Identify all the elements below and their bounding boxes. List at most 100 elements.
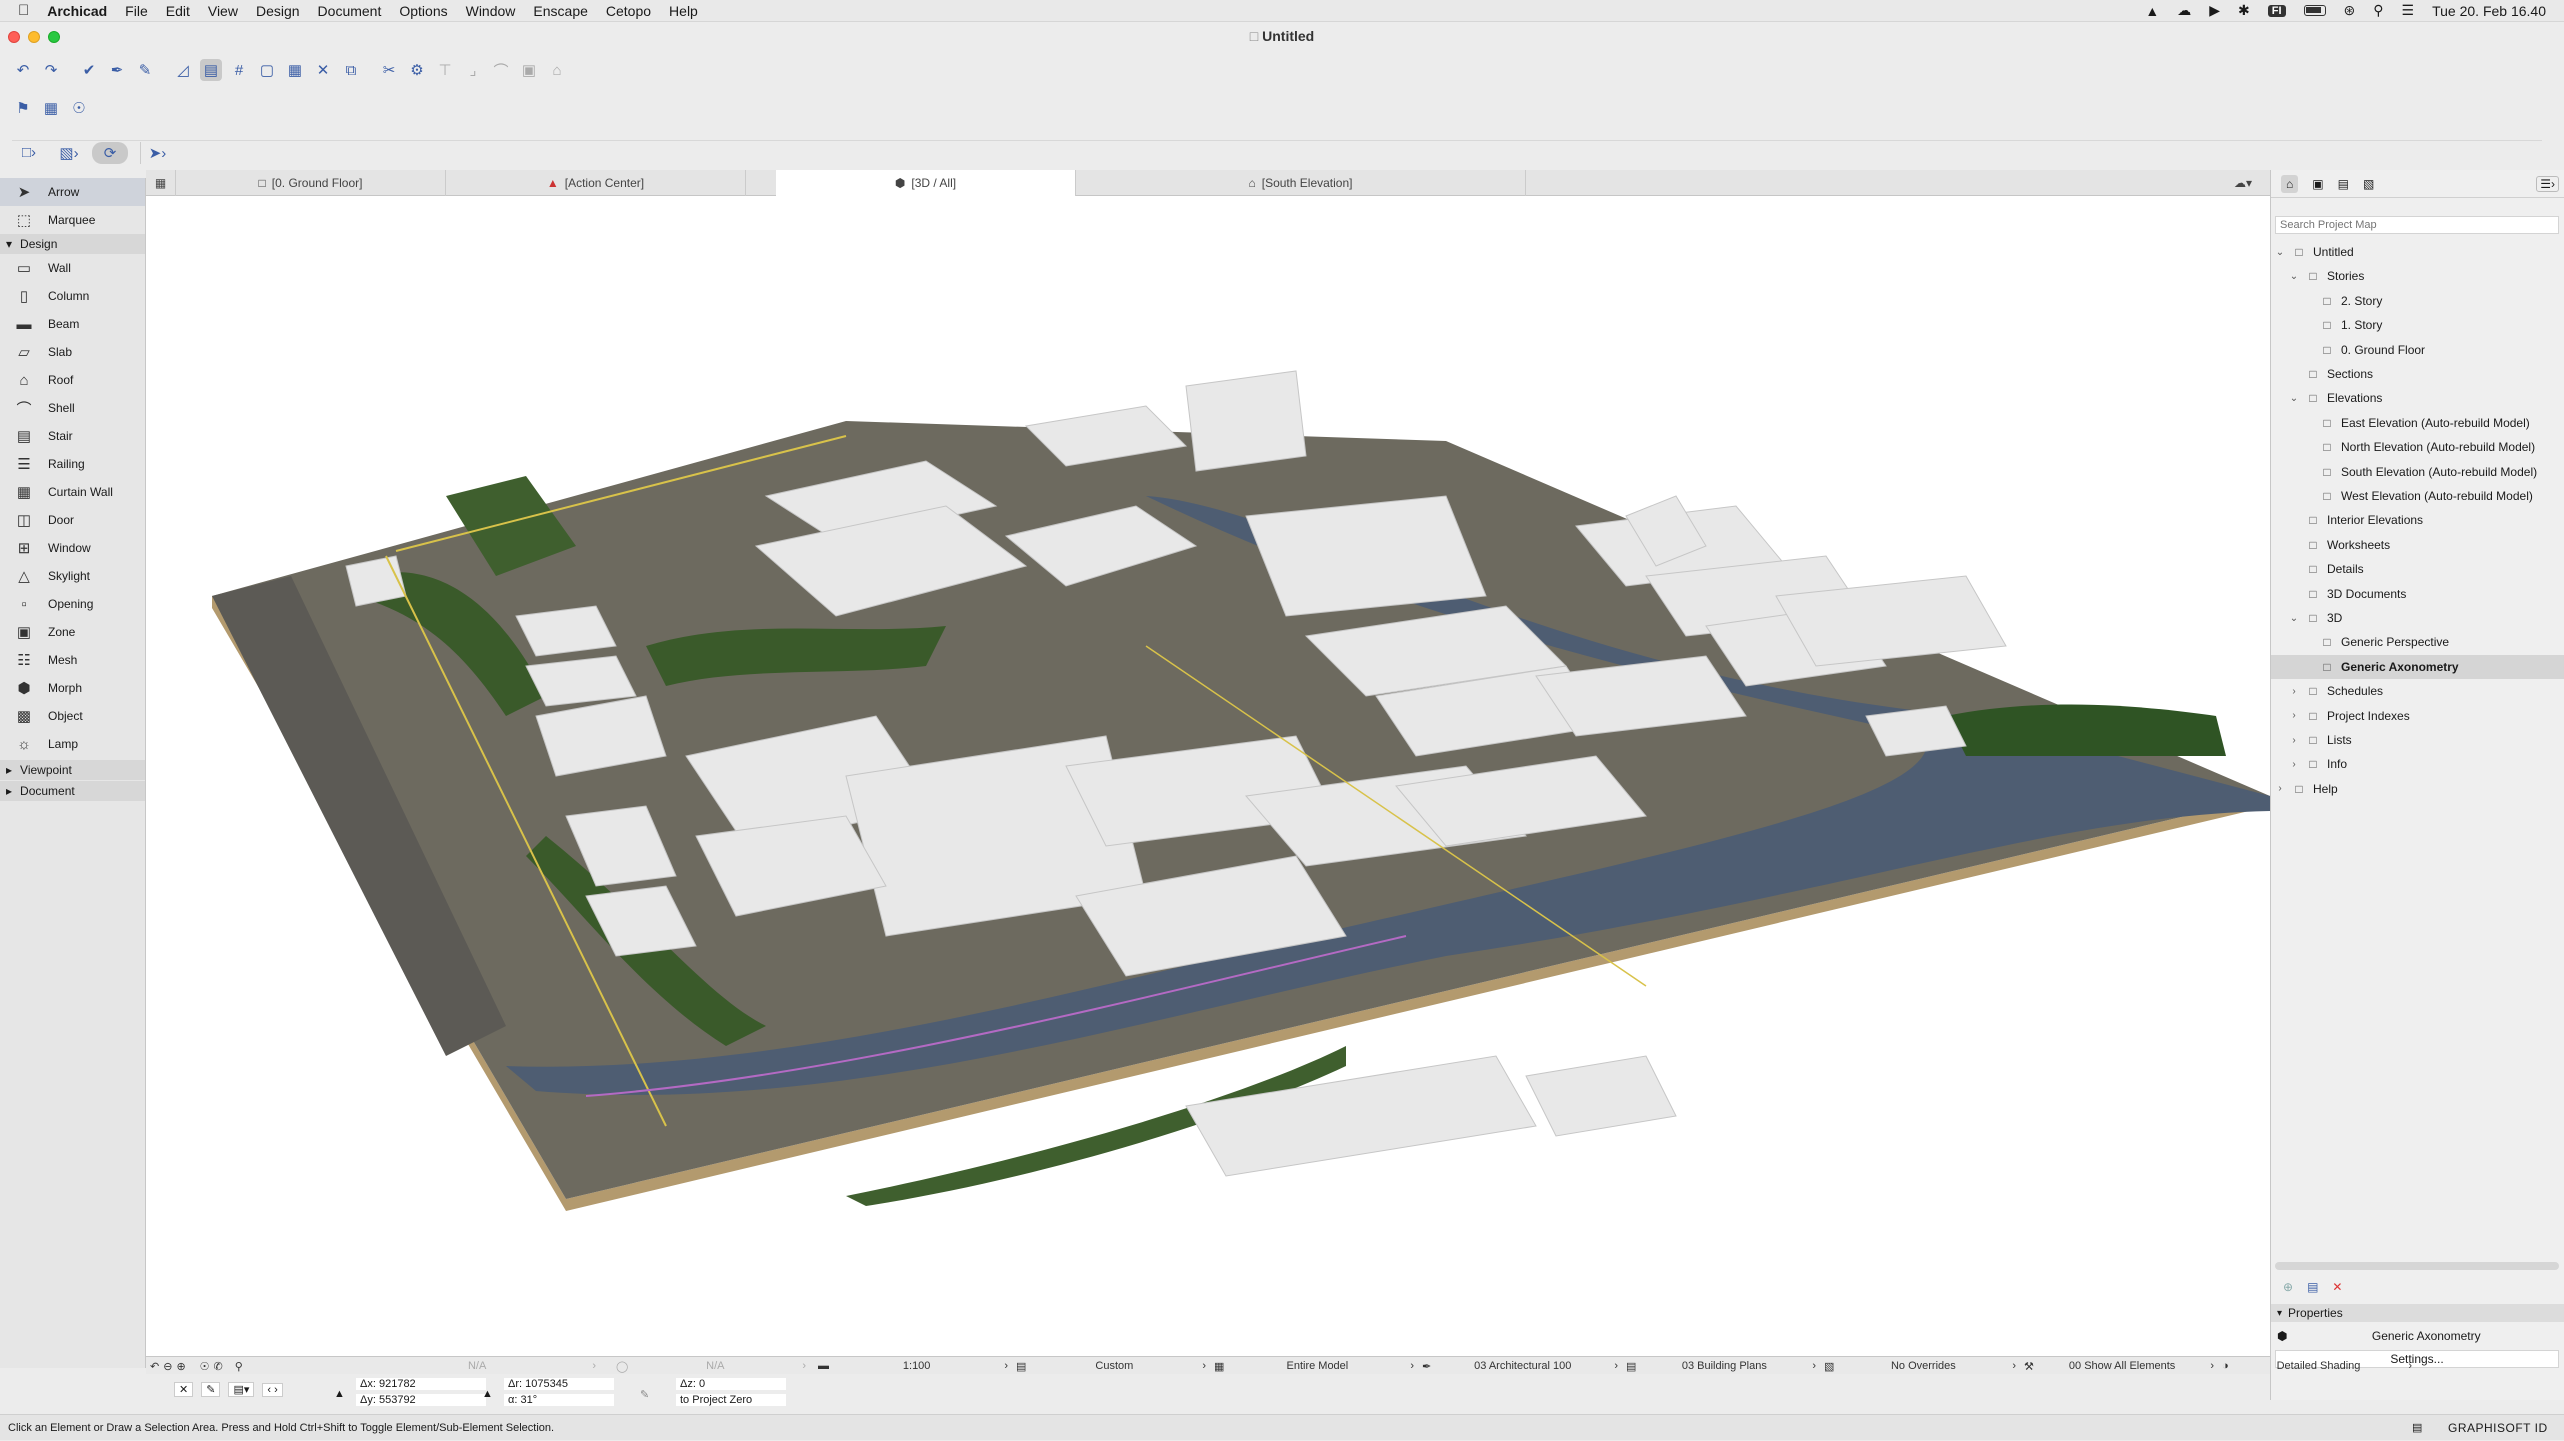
chevron-down-icon[interactable]: ⌄ <box>2289 271 2299 282</box>
tab-overview-grid[interactable]: ▦ <box>146 170 176 196</box>
undo-icon[interactable]: ↶ <box>12 59 34 81</box>
intersect-icon[interactable]: ⊤ <box>434 59 456 81</box>
minimize-window-button[interactable] <box>28 31 40 43</box>
navigator-item-help[interactable]: › □ Help <box>2271 777 2337 801</box>
tool-opening[interactable]: ▫ Opening <box>0 590 145 618</box>
tool-curtain-wall[interactable]: ▦ Curtain Wall <box>0 478 145 506</box>
publisher-sets-icon[interactable]: ▧ <box>2363 177 2374 191</box>
tool-arrow[interactable]: ➤ Arrow <box>0 178 145 206</box>
eyedropper-icon[interactable]: ✎ <box>134 59 156 81</box>
chevron-right-icon[interactable]: › <box>2289 735 2299 746</box>
split-icon[interactable]: ✂ <box>378 59 400 81</box>
coord-dz[interactable]: Δz: 0 <box>676 1378 786 1390</box>
archicad-status-icon[interactable]: ▲ <box>2145 3 2159 19</box>
coord-reference[interactable]: to Project Zero <box>676 1394 786 1406</box>
camera-icon[interactable]: ☉ <box>68 97 90 119</box>
close-window-button[interactable] <box>8 31 20 43</box>
structure-selector[interactable]: ▤ Custom › <box>1016 1357 1206 1375</box>
inject-icon[interactable]: ✒ <box>106 59 128 81</box>
navigator-item-info[interactable]: › □ Info <box>2271 752 2347 776</box>
clone-view-icon[interactable]: ▤ <box>2307 1280 2318 1294</box>
gravity-icon[interactable]: ▤ <box>200 59 222 81</box>
menu-file[interactable]: File <box>116 0 157 22</box>
group-design[interactable]: ▾ Design <box>0 234 145 254</box>
tool-object[interactable]: ▩ Object <box>0 702 145 730</box>
model-view-selector[interactable]: ▦ Entire Model › <box>1214 1357 1414 1375</box>
group-viewpoint[interactable]: ▸ Viewpoint <box>0 760 145 780</box>
rotate-icon[interactable]: ⟳ <box>92 141 128 164</box>
navigator-item-worksheets[interactable]: □ Worksheets <box>2271 533 2390 557</box>
navigator-item-interior-elevations[interactable]: □ Interior Elevations <box>2271 508 2423 532</box>
renovation-filter-selector[interactable]: ⚒ 00 Show All Elements › <box>2024 1357 2214 1375</box>
menu-edit[interactable]: Edit <box>157 0 199 22</box>
tool-door[interactable]: ◫ Door <box>0 506 145 534</box>
3d-viewport[interactable] <box>146 196 2270 1356</box>
navigator-item-stories[interactable]: ⌄ □ Stories <box>2271 264 2365 288</box>
navigator-item-north-elevation-auto-rebuild-model[interactable]: □ North Elevation (Auto-rebuild Model) <box>2271 435 2535 459</box>
chevron-down-icon[interactable]: ⌄ <box>2289 393 2299 404</box>
grid-snap-icon[interactable]: # <box>228 59 250 81</box>
curve-icon[interactable]: ⌒ <box>490 59 512 81</box>
navigator-menu-icon[interactable]: ☰› <box>2536 175 2559 192</box>
tool-column[interactable]: ▯ Column <box>0 282 145 310</box>
play-icon[interactable]: ▶ <box>2209 2 2220 19</box>
app-menu[interactable]: Archicad <box>38 0 116 22</box>
navigator-scrollbar[interactable] <box>2275 1262 2559 1270</box>
chevron-right-icon[interactable]: › <box>2289 759 2299 770</box>
menu-cetopo[interactable]: Cetopo <box>597 0 660 22</box>
home-icon[interactable]: ⌂ <box>546 59 568 81</box>
flag-icon[interactable]: ⚑ <box>12 97 34 119</box>
close-tracker-icon[interactable]: ✕ <box>174 1382 194 1397</box>
zoom-window-button[interactable] <box>48 31 60 43</box>
menu-options[interactable]: Options <box>390 0 456 22</box>
snap-guides-icon[interactable]: ◿ <box>172 59 194 81</box>
navigator-item-project-indexes[interactable]: › □ Project Indexes <box>2271 704 2409 728</box>
tool-lamp[interactable]: ☼ Lamp <box>0 730 145 758</box>
tool-beam[interactable]: ▬ Beam <box>0 310 145 338</box>
tool-railing[interactable]: ☰ Railing <box>0 450 145 478</box>
input-language[interactable]: FI <box>2267 4 2286 17</box>
coord-dx[interactable]: Δx: 921782 <box>356 1378 486 1390</box>
chevron-right-icon[interactable]: › <box>2275 783 2285 794</box>
menu-window[interactable]: Window <box>457 0 525 22</box>
building-icon[interactable]: ▦ <box>40 97 62 119</box>
step-back-icon[interactable]: ‹ › <box>262 1382 283 1397</box>
tool-shell[interactable]: ⌒ Shell <box>0 394 145 422</box>
tool-skylight[interactable]: △ Skylight <box>0 562 145 590</box>
menu-enscape[interactable]: Enscape <box>524 0 596 22</box>
fit-icon[interactable]: ⚲ <box>235 1360 243 1373</box>
tab-3d-all[interactable]: ⬢ [3D / All] <box>776 170 1076 196</box>
control-center-icon[interactable]: ☰ <box>2402 2 2415 19</box>
navigator-item-lists[interactable]: › □ Lists <box>2271 728 2351 752</box>
add-icon[interactable]: ⊕ <box>2283 1280 2293 1294</box>
project-map-icon[interactable]: ⌂ <box>2281 174 2299 193</box>
navigator-item-1-story[interactable]: □ 1. Story <box>2271 313 2382 337</box>
navigator-item-generic-perspective[interactable]: □ Generic Perspective <box>2271 630 2449 654</box>
layer-combination-selector[interactable]: ▤ 03 Building Plans › <box>1626 1357 1816 1375</box>
layout-book-icon[interactable]: ▤ <box>2338 177 2349 191</box>
tab-options-button[interactable]: ☁▾ <box>2216 170 2270 196</box>
navigator-item-2-story[interactable]: □ 2. Story <box>2271 289 2382 313</box>
trim-icon[interactable]: ✕ <box>312 59 334 81</box>
suspend-groups-icon[interactable]: ▢ <box>256 59 278 81</box>
tool-slab[interactable]: ▱ Slab <box>0 338 145 366</box>
navigator-item-details[interactable]: □ Details <box>2271 557 2363 581</box>
layout-icon[interactable]: ▦ <box>284 59 306 81</box>
battery-icon[interactable] <box>2303 5 2326 16</box>
navigator-item-west-elevation-auto-rebuild-model[interactable]: □ West Elevation (Auto-rebuild Model) <box>2271 484 2533 508</box>
orbit-icon[interactable]: ☉ <box>200 1360 210 1373</box>
tab-action-center[interactable]: ▲ [Action Center] <box>446 170 746 196</box>
graphic-override-selector[interactable]: ▧ No Overrides › <box>1824 1357 2016 1375</box>
menu-document[interactable]: Document <box>309 0 391 22</box>
undo-zoom-icon[interactable]: ↶ <box>150 1360 159 1373</box>
navigator-item-0-ground-floor[interactable]: □ 0. Ground Floor <box>2271 338 2425 362</box>
view-map-icon[interactable]: ▣ <box>2312 177 2323 191</box>
window-layout-icon[interactable]: ▤ <box>2412 1415 2422 1441</box>
layout-field[interactable]: ◯ N/A › <box>616 1357 806 1375</box>
wifi-icon[interactable]: ⊛ <box>2344 2 2356 19</box>
fillet-icon[interactable]: ⌟ <box>462 59 484 81</box>
chevron-right-icon[interactable]: › <box>2289 710 2299 721</box>
group-document[interactable]: ▸ Document <box>0 781 145 801</box>
clock[interactable]: Tue 20. Feb 16.40 <box>2432 3 2546 19</box>
tool-window[interactable]: ⊞ Window <box>0 534 145 562</box>
